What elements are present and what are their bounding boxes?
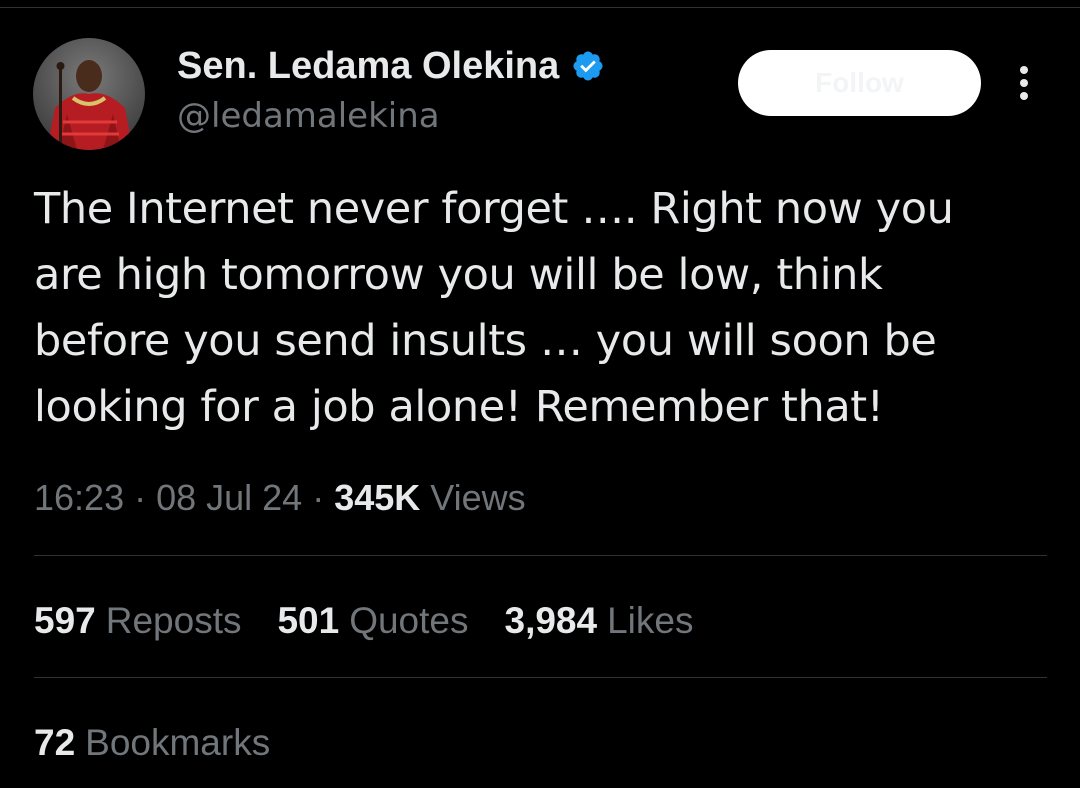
views-label: Views bbox=[430, 477, 526, 518]
reposts-count: 597 bbox=[34, 600, 96, 641]
avatar[interactable] bbox=[33, 38, 145, 150]
display-name[interactable]: Sen. Ledama Olekina bbox=[177, 45, 559, 88]
divider bbox=[34, 555, 1047, 556]
tweet-meta: 16:23 · 08 Jul 24 · 345K Views bbox=[34, 474, 526, 522]
follow-button[interactable]: Follow bbox=[738, 50, 981, 116]
meta-separator: · bbox=[124, 477, 157, 518]
author-name-row[interactable]: Sen. Ledama Olekina bbox=[177, 44, 605, 88]
likes-label: Likes bbox=[607, 600, 694, 641]
quotes-count: 501 bbox=[277, 600, 340, 641]
more-options-icon[interactable] bbox=[1011, 64, 1037, 102]
quotes-stat[interactable]: 501 Quotes bbox=[277, 596, 468, 646]
top-divider bbox=[0, 0, 1080, 8]
bookmarks-count: 72 bbox=[34, 722, 76, 763]
likes-stat[interactable]: 3,984 Likes bbox=[505, 596, 694, 646]
views-count: 345K bbox=[334, 477, 421, 518]
tweet-text: The Internet never forget …. Right now y… bbox=[34, 184, 954, 432]
tweet-time[interactable]: 16:23 bbox=[34, 477, 124, 518]
engagement-stats: 597 Reposts 501 Quotes 3,984 Likes bbox=[34, 596, 729, 646]
quotes-label: Quotes bbox=[349, 600, 469, 641]
bookmarks-label: Bookmarks bbox=[85, 722, 271, 763]
tweet-date[interactable]: 08 Jul 24 bbox=[156, 477, 302, 518]
profile-photo bbox=[33, 38, 145, 150]
bookmarks-stat[interactable]: 72 Bookmarks bbox=[34, 718, 270, 768]
verified-badge-icon bbox=[571, 49, 605, 83]
reposts-stat[interactable]: 597 Reposts bbox=[34, 596, 241, 646]
author-handle[interactable]: @ledamalekina bbox=[177, 96, 440, 136]
reposts-label: Reposts bbox=[105, 600, 242, 641]
likes-count: 3,984 bbox=[504, 600, 598, 641]
divider bbox=[34, 677, 1047, 678]
meta-separator: · bbox=[302, 477, 335, 518]
